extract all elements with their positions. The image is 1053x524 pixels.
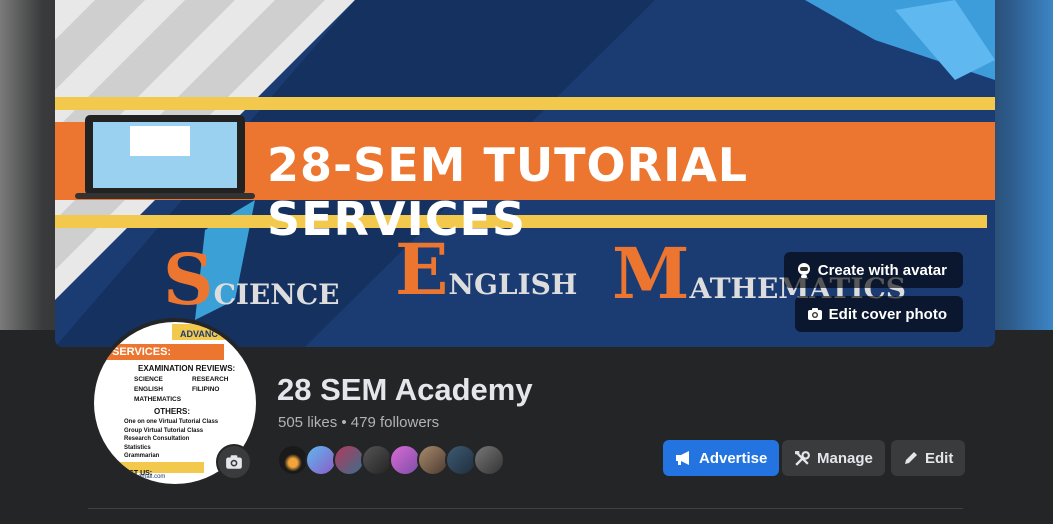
tools-icon bbox=[795, 450, 810, 466]
create-with-avatar-label: Create with avatar bbox=[817, 261, 947, 279]
profile-subject: ENGLISH bbox=[134, 386, 163, 393]
avatar[interactable] bbox=[473, 444, 505, 476]
profile-others-label: OTHERS: bbox=[154, 407, 190, 416]
profile-subject: RESEARCH bbox=[192, 376, 229, 383]
profile-subject: MATHEMATICS bbox=[134, 396, 182, 403]
subject-english-initial: E bbox=[395, 228, 449, 311]
profile-subjects-left: SCIENCE ENGLISH MATHEMATICS bbox=[134, 375, 181, 405]
pencil-icon bbox=[905, 452, 917, 464]
profile-email-fragment: my@gmail.com bbox=[124, 474, 166, 480]
profile-subjects-right: RESEARCH FILIPINO bbox=[192, 375, 228, 395]
profile-services-strip: SERVICES: bbox=[94, 344, 224, 360]
banner-title: 28-SEM TUTORIAL SERVICES bbox=[267, 138, 749, 246]
create-with-avatar-button[interactable]: Create with avatar bbox=[783, 252, 963, 288]
update-profile-picture-button[interactable] bbox=[216, 444, 252, 480]
profile-subject: SCIENCE bbox=[134, 376, 163, 383]
megaphone-icon bbox=[676, 451, 689, 465]
cover-photo[interactable]: 28-SEM TUTORIAL SERVICES S CIENCE E NGLI… bbox=[55, 0, 995, 347]
profile-contact-strip: TACT US: bbox=[94, 462, 204, 477]
manage-label: Manage bbox=[817, 449, 873, 467]
profile-others-item: Group Virtual Tutorial Class bbox=[124, 427, 204, 434]
manage-button[interactable]: Manage bbox=[782, 440, 885, 476]
subject-science-rest: CIENCE bbox=[213, 278, 340, 311]
profile-services-label: SERVICES: bbox=[112, 346, 172, 358]
profile-others-item: Research Consultation bbox=[124, 436, 190, 442]
advertise-label: Advertise bbox=[699, 449, 768, 467]
subject-science-initial: S bbox=[163, 238, 214, 321]
page-title: 28 SEM Academy bbox=[277, 372, 533, 407]
profile-others-item: Statistics bbox=[124, 444, 151, 451]
page-stats[interactable]: 505 likes • 479 followers bbox=[278, 414, 439, 431]
profile-advanced-strip: ADVANC bbox=[172, 324, 256, 340]
edit-button[interactable]: Edit bbox=[891, 440, 966, 476]
avatar-icon bbox=[797, 263, 810, 278]
edit-cover-photo-button[interactable]: Edit cover photo bbox=[794, 296, 963, 332]
subject-english-rest: NGLISH bbox=[448, 268, 578, 301]
camera-icon bbox=[807, 308, 822, 320]
subject-mathematics-initial: M bbox=[612, 232, 690, 315]
subject-science: S CIENCE bbox=[163, 238, 340, 321]
edit-label: Edit bbox=[925, 449, 954, 467]
edit-cover-photo-label: Edit cover photo bbox=[828, 305, 947, 323]
profile-others-item: Grammarian bbox=[124, 453, 160, 459]
follower-avatars[interactable] bbox=[277, 444, 505, 476]
camera-icon bbox=[226, 455, 242, 469]
profile-others-list: One on one Virtual Tutorial Class Group … bbox=[124, 418, 218, 461]
profile-exam-label: EXAMINATION REVIEWS: bbox=[138, 364, 236, 373]
subject-english: E NGLISH bbox=[395, 228, 577, 311]
profile-others-item: One on one Virtual Tutorial Class bbox=[124, 419, 219, 425]
profile-subject: FILIPINO bbox=[192, 386, 220, 393]
section-divider bbox=[88, 508, 963, 509]
profile-advanced-label: ADVANC bbox=[180, 329, 218, 339]
advertise-button[interactable]: Advertise bbox=[663, 440, 780, 476]
